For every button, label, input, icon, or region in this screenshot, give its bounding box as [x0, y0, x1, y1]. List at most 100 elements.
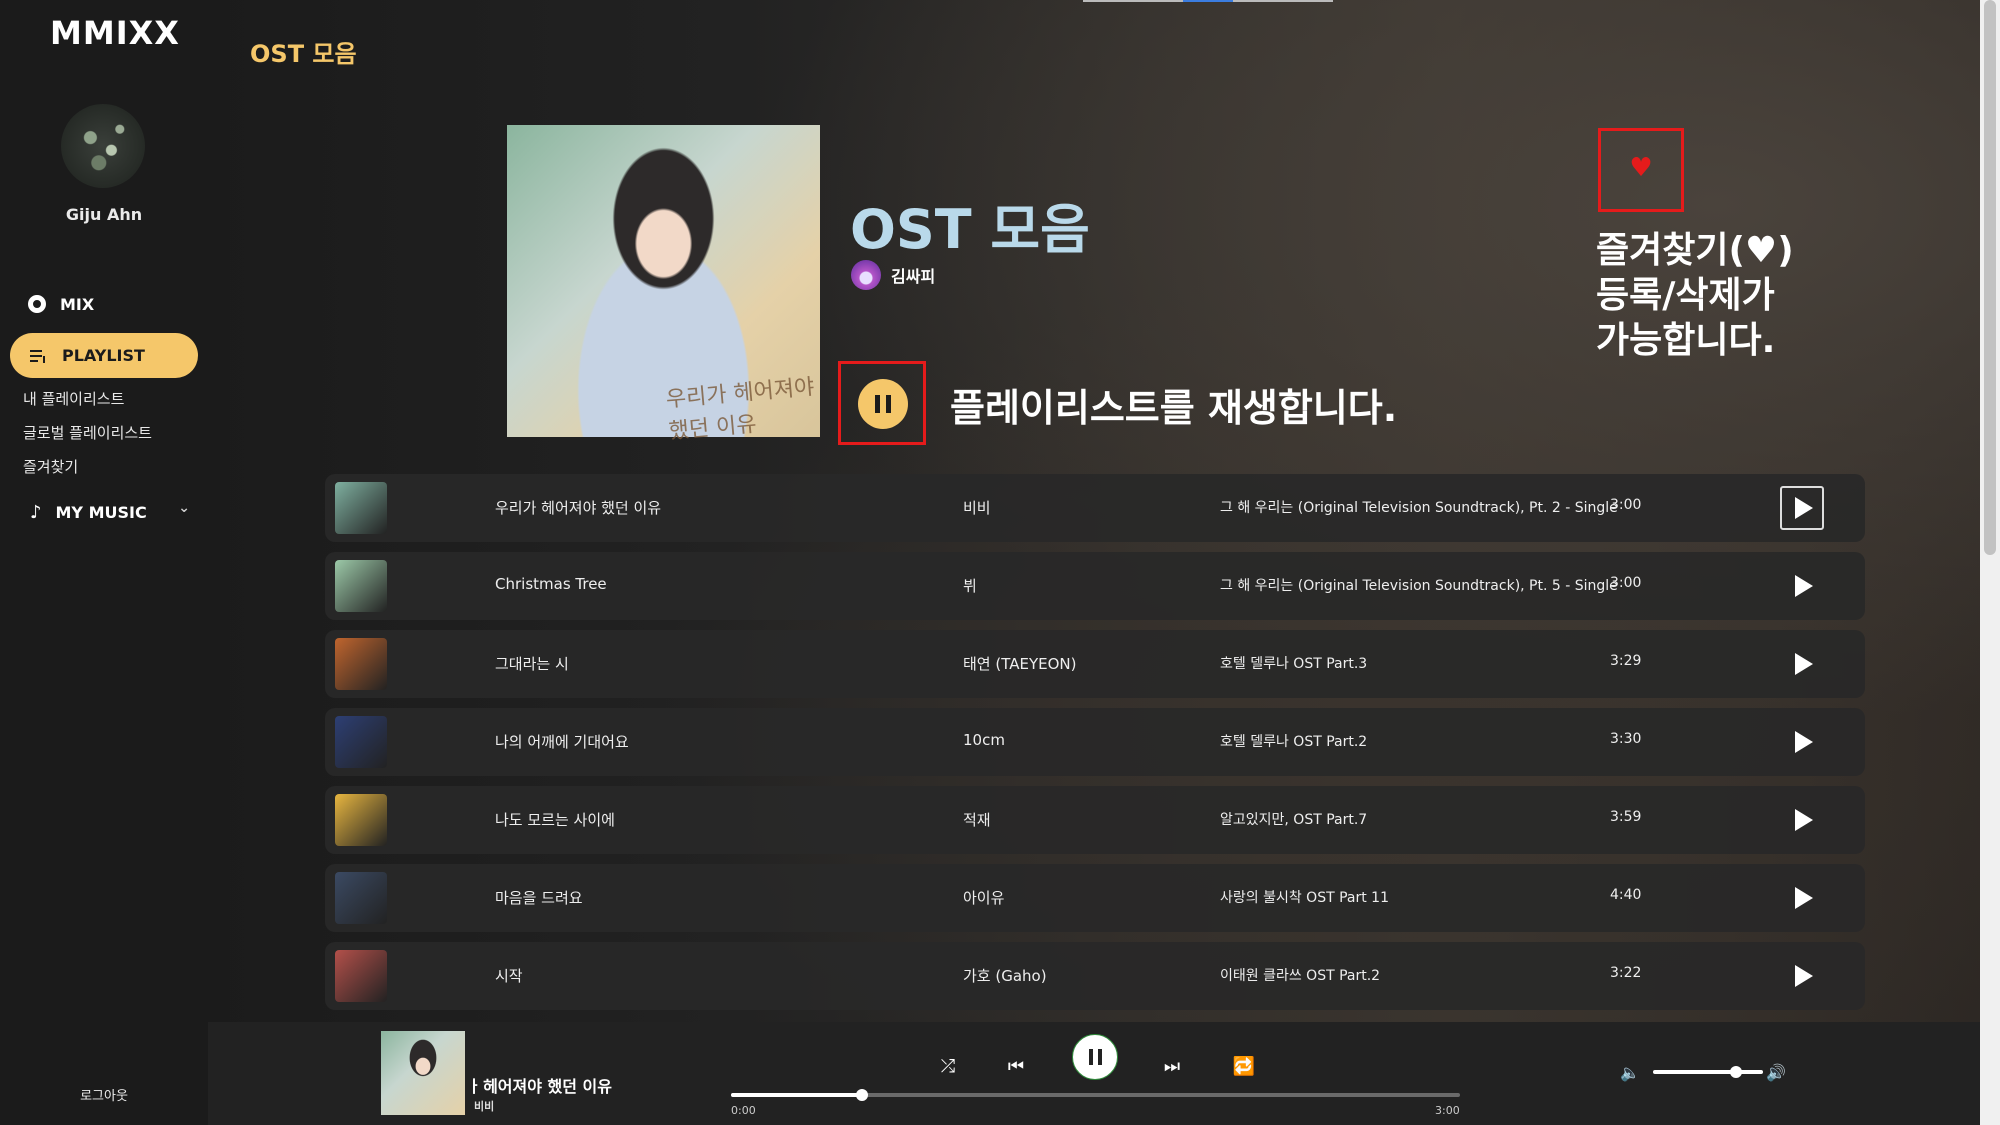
track-artist: 적재 — [963, 811, 991, 829]
sidebar-item-mymusic[interactable]: ♪ MY MUSIC ⌄ — [30, 500, 190, 524]
volume-slider[interactable] — [1653, 1066, 1763, 1078]
table-row[interactable]: 나의 어깨에 기대어요 10cm 호텔 델루나 OST Part.2 3:30 — [325, 708, 1865, 776]
page-title: OST 모음 — [250, 40, 357, 68]
time-total: 3:00 — [1435, 1104, 1460, 1117]
track-thumbnail — [335, 872, 387, 924]
sidebar-subitem-my-playlist[interactable]: 내 플레이리스트 — [23, 388, 124, 409]
track-play-button[interactable] — [1780, 954, 1824, 998]
time-current: 0:00 — [731, 1104, 756, 1117]
track-duration: 3:30 — [1610, 731, 1642, 747]
track-thumbnail — [335, 716, 387, 768]
favorite-highlight-box: ♥ — [1598, 128, 1684, 212]
sidebar-item-playlist-label: PLAYLIST — [62, 346, 145, 365]
now-playing-cover — [381, 1031, 465, 1115]
track-artist: 아이유 — [963, 889, 1005, 907]
track-thumbnail — [335, 794, 387, 846]
progress-fill — [731, 1093, 863, 1097]
playlist-icon — [30, 349, 48, 363]
next-track-icon[interactable]: ⏭ — [1160, 1054, 1184, 1078]
volume-low-icon[interactable]: 🔈 — [1620, 1060, 1640, 1084]
track-album: 이태원 클라쓰 OST Part.2 — [1220, 968, 1381, 984]
track-album: 사랑의 불시착 OST Part 11 — [1220, 890, 1389, 906]
playlist-pause-button[interactable] — [858, 379, 908, 429]
track-play-button[interactable] — [1780, 720, 1824, 764]
track-title: 나의 어깨에 기대어요 — [495, 733, 629, 751]
shuffle-icon[interactable]: ⤮ — [936, 1054, 960, 1078]
track-album: 그 해 우리는 (Original Television Soundtrack)… — [1220, 500, 1618, 516]
play-icon — [1795, 731, 1813, 753]
table-row[interactable]: 우리가 헤어져야 했던 이유 비비 그 해 우리는 (Original Tele… — [325, 474, 1865, 542]
track-artist: 가호 (Gaho) — [963, 967, 1047, 985]
scrollbar[interactable] — [1980, 0, 2000, 1125]
heart-icon[interactable]: ♥ — [1601, 153, 1681, 183]
music-note-icon: ♪ — [30, 501, 42, 523]
playlist-owner[interactable]: 김싸피 — [851, 260, 935, 290]
play-icon — [1795, 575, 1813, 597]
track-play-button[interactable] — [1780, 564, 1824, 608]
scrollbar-thumb[interactable] — [1984, 0, 1996, 555]
sidebar-item-mix-label: MIX — [60, 294, 95, 314]
play-caption: 플레이리스트를 재생합니다. — [950, 386, 1398, 430]
play-icon — [1795, 497, 1813, 519]
track-thumbnail — [335, 482, 387, 534]
mix-icon — [28, 295, 46, 313]
track-duration: 4:40 — [1610, 887, 1642, 903]
track-title: Christmas Tree — [495, 575, 607, 593]
owner-name: 김싸피 — [891, 267, 936, 286]
track-title: 우리가 헤어져야 했던 이유 — [495, 499, 662, 517]
volume-handle[interactable] — [1729, 1066, 1742, 1078]
now-playing-title: 우리가 헤어져야 했던 이유 — [472, 1077, 612, 1096]
cover-text: 우리가 헤어져야 했던 이유 — [665, 374, 816, 445]
app-logo[interactable]: MMIXX — [50, 14, 180, 52]
table-row[interactable]: 마음을 드려요 아이유 사랑의 불시착 OST Part 11 4:40 — [325, 864, 1865, 932]
track-play-button[interactable] — [1780, 486, 1824, 530]
track-album: 호텔 델루나 OST Part.3 — [1220, 656, 1368, 672]
track-play-button[interactable] — [1780, 642, 1824, 686]
sidebar-item-mix[interactable]: MIX — [28, 292, 94, 316]
play-highlight-box — [838, 361, 926, 445]
track-play-button[interactable] — [1780, 876, 1824, 920]
sidebar-subitem-favorites[interactable]: 즐겨찾기 — [23, 456, 78, 477]
track-play-button[interactable] — [1780, 798, 1824, 842]
track-album: 알고있지만, OST Part.7 — [1220, 812, 1368, 828]
favorite-caption: 즐겨찾기(♥) 등록/삭제가 가능합니다. — [1596, 230, 1794, 361]
user-avatar[interactable] — [61, 104, 145, 188]
progress-bar[interactable] — [731, 1089, 1460, 1101]
track-thumbnail — [335, 638, 387, 690]
track-thumbnail — [335, 560, 387, 612]
sidebar-item-playlist[interactable]: PLAYLIST — [10, 333, 198, 378]
repeat-icon[interactable]: 🔁 — [1232, 1054, 1256, 1078]
player-bar: 우리가 헤어져야 했던 이유 비비 ⤮ ⏮ ⏭ 🔁 0:00 3:00 🔈 🔊 — [208, 1022, 1980, 1125]
track-duration: 3:00 — [1610, 575, 1642, 591]
play-icon — [1795, 965, 1813, 987]
play-icon — [1795, 887, 1813, 909]
sidebar-subitem-global-playlist[interactable]: 글로벌 플레이리스트 — [23, 422, 152, 443]
sidebar: MMIXX Giju Ahn MIX PLAYLIST 내 플레이리스트 글로벌… — [0, 0, 208, 1125]
track-duration: 3:59 — [1610, 809, 1642, 825]
previous-track-icon[interactable]: ⏮ — [1004, 1054, 1028, 1078]
track-album: 호텔 델루나 OST Part.2 — [1220, 734, 1368, 750]
table-row[interactable]: 그대라는 시 태연 (TAEYEON) 호텔 델루나 OST Part.3 3:… — [325, 630, 1865, 698]
table-row[interactable]: 나도 모르는 사이에 적재 알고있지만, OST Part.7 3:59 — [325, 786, 1865, 854]
playlist-title: OST 모음 — [850, 198, 1090, 261]
track-duration: 3:00 — [1610, 497, 1642, 513]
track-artist: 비비 — [963, 499, 991, 517]
player-pause-button[interactable] — [1072, 1034, 1118, 1080]
now-playing-artist: 비비 — [474, 1100, 495, 1113]
track-artist: 뷔 — [963, 577, 977, 595]
logout-button[interactable]: 로그아웃 — [0, 1085, 208, 1104]
track-title: 시작 — [495, 967, 523, 985]
volume-high-icon[interactable]: 🔊 — [1766, 1060, 1786, 1084]
track-artist: 태연 (TAEYEON) — [963, 655, 1077, 673]
track-title: 나도 모르는 사이에 — [495, 811, 615, 829]
play-icon — [1795, 809, 1813, 831]
track-artist: 10cm — [963, 731, 1005, 749]
album-cover: 우리가 헤어져야 했던 이유 — [507, 125, 820, 445]
progress-handle[interactable] — [856, 1089, 869, 1101]
table-row[interactable]: Christmas Tree 뷔 그 해 우리는 (Original Telev… — [325, 552, 1865, 620]
username: Giju Ahn — [65, 205, 143, 224]
track-album: 그 해 우리는 (Original Television Soundtrack)… — [1220, 578, 1618, 594]
track-duration: 3:29 — [1610, 653, 1642, 669]
track-duration: 3:22 — [1610, 965, 1642, 981]
table-row[interactable]: 시작 가호 (Gaho) 이태원 클라쓰 OST Part.2 3:22 — [325, 942, 1865, 1010]
